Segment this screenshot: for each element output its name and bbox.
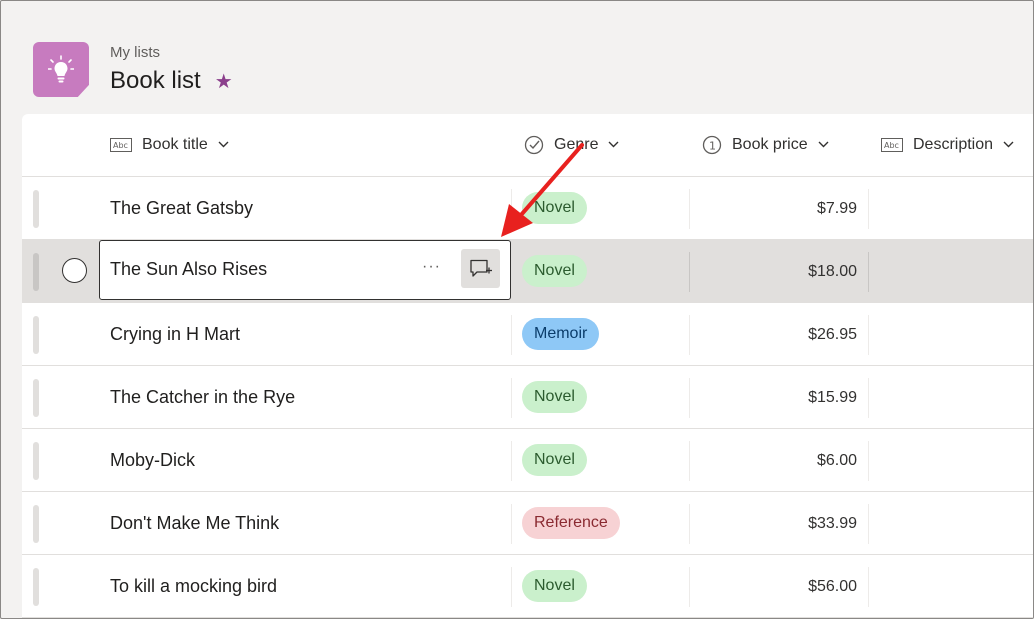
column-label: Book title xyxy=(142,136,208,153)
genre-pill[interactable]: Novel xyxy=(522,192,587,224)
cell-divider xyxy=(868,378,869,418)
page-title: Book list ★ xyxy=(110,67,233,95)
cell-divider xyxy=(511,504,512,544)
svg-text:Abc: Abc xyxy=(113,141,128,150)
cell-divider xyxy=(689,189,690,229)
row-drag-handle[interactable] xyxy=(33,379,39,417)
cell-divider xyxy=(689,378,690,418)
book-price-cell[interactable]: $6.00 xyxy=(817,429,857,492)
column-header-book-title[interactable]: Abc Book title xyxy=(110,114,229,176)
row-select-checkbox[interactable] xyxy=(62,258,87,283)
genre-pill[interactable]: Novel xyxy=(522,381,587,413)
add-comment-button[interactable] xyxy=(461,249,500,288)
table-row[interactable]: Crying in H Mart Memoir $26.95 xyxy=(22,303,1033,366)
cell-divider xyxy=(868,567,869,607)
number-icon: 1 xyxy=(702,135,722,155)
genre-pill[interactable]: Memoir xyxy=(522,318,600,350)
row-drag-handle[interactable] xyxy=(33,505,39,543)
book-title-text: The Sun Also Rises xyxy=(110,259,268,279)
genre-pill[interactable]: Novel xyxy=(522,570,587,602)
cell-divider xyxy=(689,441,690,481)
column-header-book-price[interactable]: 1 Book price xyxy=(702,114,829,176)
cell-divider xyxy=(511,315,512,355)
book-title-cell[interactable]: Crying in H Mart xyxy=(110,303,240,366)
svg-text:Abc: Abc xyxy=(884,141,899,150)
cell-divider xyxy=(511,189,512,229)
chevron-down-icon xyxy=(218,139,229,151)
more-options-icon[interactable]: ··· xyxy=(422,258,441,276)
chevron-down-icon xyxy=(608,139,619,151)
column-label: Description xyxy=(913,136,994,153)
cell-divider xyxy=(868,252,869,292)
breadcrumb[interactable]: My lists xyxy=(110,44,160,61)
row-drag-handle[interactable] xyxy=(33,190,39,228)
list-app-icon xyxy=(33,42,89,97)
cell-divider xyxy=(868,504,869,544)
cell-divider xyxy=(511,378,512,418)
table-row[interactable]: The Catcher in the Rye Novel $15.99 xyxy=(22,366,1033,429)
book-price-cell[interactable]: $18.00 xyxy=(808,240,857,303)
cell-divider xyxy=(689,252,690,292)
lightbulb-icon xyxy=(48,55,74,83)
table-row[interactable]: The Great Gatsby Novel $7.99 xyxy=(22,177,1033,240)
cell-divider xyxy=(689,567,690,607)
genre-pill[interactable]: Novel xyxy=(522,444,587,476)
table-row[interactable]: Don't Make Me Think Reference $33.99 xyxy=(22,492,1033,555)
column-header-genre[interactable]: Genre xyxy=(524,114,619,176)
book-title-cell[interactable]: Moby-Dick xyxy=(110,429,195,492)
row-drag-handle[interactable] xyxy=(33,316,39,354)
row-drag-handle[interactable] xyxy=(33,442,39,480)
table-row[interactable]: To kill a mocking bird Novel $56.00 xyxy=(22,555,1033,618)
genre-pill[interactable]: Novel xyxy=(522,255,587,287)
cell-divider xyxy=(868,315,869,355)
book-title-cell[interactable]: To kill a mocking bird xyxy=(110,555,277,618)
column-label: Book price xyxy=(732,136,808,153)
list-grid: Abc Book title Genre 1 Book price Abc De… xyxy=(22,114,1033,618)
cell-divider xyxy=(689,315,690,355)
star-icon[interactable]: ★ xyxy=(215,69,233,94)
table-row[interactable]: Moby-Dick Novel $6.00 xyxy=(22,429,1033,492)
cell-divider xyxy=(511,567,512,607)
book-title-cell[interactable]: Don't Make Me Think xyxy=(110,492,279,555)
book-price-cell[interactable]: $56.00 xyxy=(808,555,857,618)
column-header-description[interactable]: Abc Description xyxy=(881,114,1014,176)
column-label: Genre xyxy=(554,136,599,153)
book-price-cell[interactable]: $15.99 xyxy=(808,366,857,429)
svg-text:1: 1 xyxy=(709,140,716,153)
text-abc-icon: Abc xyxy=(881,138,903,152)
table-row-selected[interactable]: The Sun Also Rises ··· Novel $18.00 xyxy=(22,240,1033,303)
cell-divider xyxy=(511,441,512,481)
book-price-cell[interactable]: $26.95 xyxy=(808,303,857,366)
chevron-down-icon xyxy=(1003,139,1014,151)
cell-divider xyxy=(689,504,690,544)
book-title-cell[interactable]: The Catcher in the Rye xyxy=(110,366,295,429)
genre-pill[interactable]: Reference xyxy=(522,507,620,539)
row-drag-handle[interactable] xyxy=(33,568,39,606)
list-title: Book list xyxy=(110,67,201,94)
book-title-cell[interactable]: The Great Gatsby xyxy=(110,177,253,240)
book-price-cell[interactable]: $7.99 xyxy=(817,177,857,240)
choice-check-icon xyxy=(524,135,544,155)
chevron-down-icon xyxy=(818,139,829,151)
cell-divider xyxy=(868,189,869,229)
app-window: My lists Book list ★ Abc Book title Genr… xyxy=(0,0,1034,619)
book-price-cell[interactable]: $33.99 xyxy=(808,492,857,555)
cell-divider xyxy=(868,441,869,481)
row-drag-handle[interactable] xyxy=(33,253,39,291)
book-title-cell-focused[interactable]: The Sun Also Rises ··· xyxy=(99,240,511,300)
text-abc-icon: Abc xyxy=(110,138,132,152)
comment-add-icon xyxy=(469,259,492,277)
